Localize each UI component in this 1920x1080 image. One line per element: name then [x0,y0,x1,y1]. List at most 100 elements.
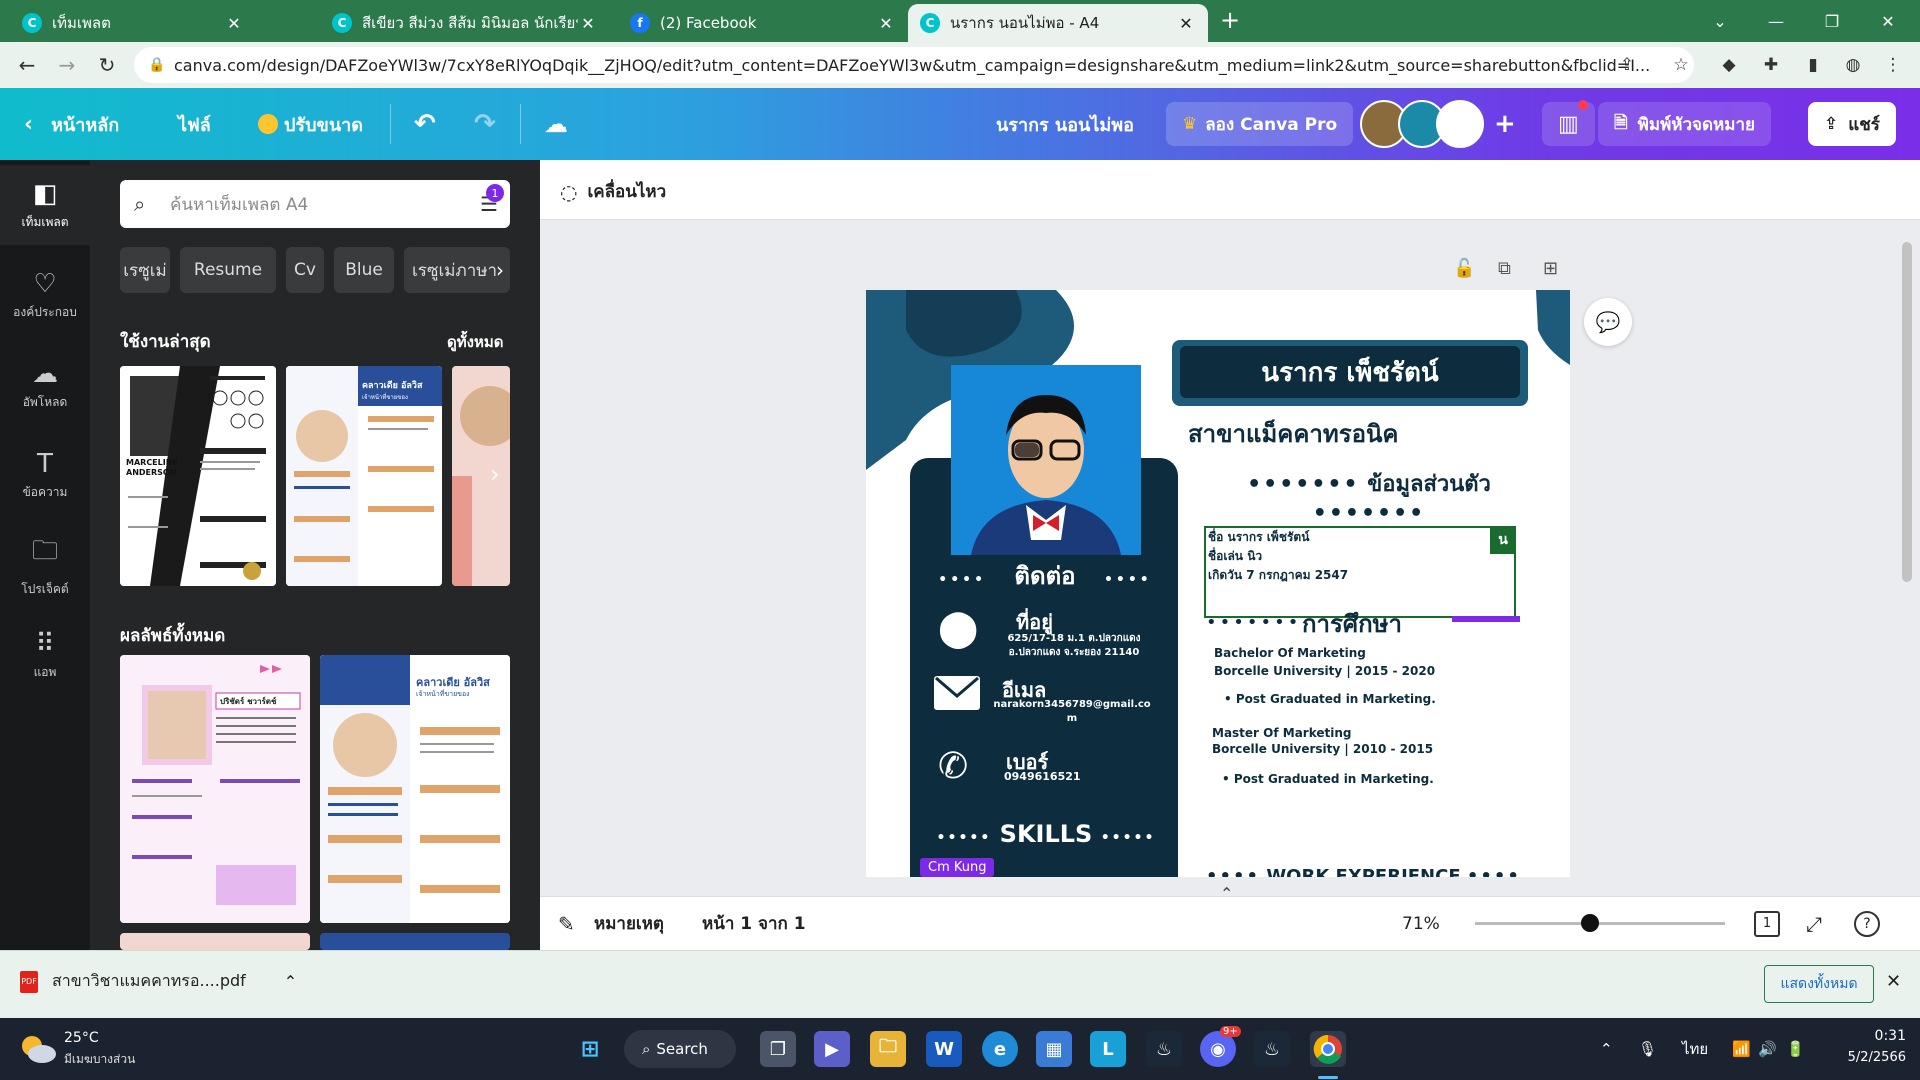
personal-heading[interactable]: ••••••• ข้อมูลส่วนตัว ••••••• [1204,466,1534,526]
teams-meet-icon[interactable]: ▶ [814,1031,850,1067]
email-value[interactable]: narakorn3456789@gmail.com [990,698,1154,726]
recent-template-3[interactable] [452,366,510,586]
browser-tab-3[interactable]: f (2) Facebook ✕ [618,4,908,42]
file-explorer-icon[interactable]: 🗀 [870,1031,906,1067]
sidebar-icon[interactable]: ▮ [1798,50,1828,80]
work-heading[interactable]: •••• WORK EXPERIENCE •••• [1206,866,1536,877]
resume-name[interactable]: นรากร เพ็ชรัตน์ [1180,346,1520,398]
duplicate-page-icon[interactable]: ⧉ [1498,258,1511,279]
fullscreen-icon[interactable]: ⤢ [1806,912,1822,936]
rail-item-elements[interactable]: ♡ องค์ประกอบ [0,255,90,335]
share-page-icon[interactable]: ⇪ [1612,50,1642,80]
skills-heading[interactable]: ••••• SKILLS ••••• [926,820,1166,848]
chevron-right-icon[interactable]: › [496,258,504,282]
add-collaborator-icon[interactable]: + [1494,88,1516,160]
carousel-next-icon[interactable]: › [490,460,500,488]
tray-overflow-chevron-icon[interactable]: ⌃ [1600,1018,1613,1080]
bookmark-star-icon[interactable]: ☆ [1666,50,1696,80]
lock-page-icon[interactable]: 🔓 [1453,258,1475,279]
undo-icon[interactable]: ↶ [414,88,436,160]
cloud-saved-icon[interactable]: ☁ [544,88,568,160]
document-title[interactable]: นรากร นอนไม่พอ [996,88,1134,160]
page-grid-button[interactable]: 1 [1754,910,1780,937]
resume-major[interactable]: สาขาแม็คคาทรอนิค [1188,414,1398,453]
zoom-slider[interactable] [1475,922,1725,925]
browser-tab-1[interactable]: C เท็มเพลต ✕ [10,4,256,42]
browser-tab-2[interactable]: C สีเขียว สีม่วง สีส้ม มินิมอล นักเรียน … [320,4,610,42]
close-icon[interactable]: ✕ [1176,14,1196,33]
forward-arrow-icon[interactable]: → [52,50,82,80]
minimize-icon[interactable]: — [1748,0,1804,42]
animate-button[interactable]: ◌ เคลื่อนไหว [560,178,666,205]
avatar[interactable] [1436,100,1484,148]
word-icon[interactable]: W [926,1031,962,1067]
vertical-scrollbar[interactable] [1900,228,1914,878]
scrollbar-thumb[interactable] [1902,242,1912,582]
clock-date[interactable]: 5/2/2566 [1820,1050,1906,1065]
edu-bullet[interactable]: • Post Graduated in Marketing. [1222,772,1434,786]
taskbar-search[interactable]: ⌕ Search [624,1030,736,1068]
steam-icon[interactable]: ♨ [1146,1031,1182,1067]
resume-page[interactable]: นรากร เพ็ชรัตน์ สาขาแม็คคาทรอนิค •••••••… [866,290,1570,877]
see-all-link[interactable]: ดูทั้งหมด [447,330,503,354]
add-page-icon[interactable]: ⊞ [1543,258,1558,279]
add-comment-icon[interactable]: 💬 [1584,298,1632,346]
contact-heading[interactable]: •••• ติดต่อ •••• [930,556,1160,595]
chip-cv[interactable]: Cv [286,247,324,293]
back-arrow-icon[interactable]: ← [12,50,42,80]
battery-icon[interactable]: 🔋 [1786,1018,1805,1080]
new-tab-plus-icon[interactable]: + [1220,6,1240,34]
chip-resume-language[interactable]: เรซูเม่ภาษา › [404,247,510,293]
selection-handle[interactable] [1452,616,1520,622]
try-pro-button[interactable]: ♛ ลอง Canva Pro [1166,102,1354,146]
notes-icon[interactable]: ✎ [558,912,575,936]
edge-icon[interactable]: e [982,1031,1018,1067]
page-indicator[interactable]: หน้า 1 จาก 1 [702,910,806,937]
download-item[interactable]: PDF สาขาวิชาแมคคาทรอ....pdf ⌃ [20,969,297,994]
chip-blue[interactable]: Blue [334,247,394,293]
recent-template-2[interactable]: คลาวเดีย อัลวิส เจ้าหน้าที่ขายของ [286,366,442,586]
zoom-value[interactable]: 71% [1402,914,1440,934]
notes-button[interactable]: หมายเหตุ [594,910,664,937]
education-heading[interactable]: การศึกษา [1302,604,1402,643]
zoom-slider-handle[interactable] [1581,914,1599,932]
window-close-icon[interactable]: ✕ [1860,0,1916,42]
weather-temp[interactable]: 25°C [64,1030,99,1046]
close-download-bar-icon[interactable]: ✕ [1886,971,1901,992]
edu-school[interactable]: Borcelle University | 2010 - 2015 [1212,742,1433,756]
phone-value[interactable]: 0949616521 [1004,770,1081,783]
template-search-input[interactable]: ⌕ ค้นหาเท็มเพลต A4 ☰ 1 [120,180,510,228]
url-input[interactable]: 🔒 canva.com/design/DAFZoeYWl3w/7cxY8eRlY… [134,47,1694,83]
tab-search-chevron-icon[interactable]: ⌄ [1692,0,1748,42]
print-letterhead-button[interactable]: 🗎 พิมพ์หัวจดหมาย [1598,102,1771,146]
close-icon[interactable]: ✕ [578,14,598,33]
clock-time[interactable]: 0:31 [1836,1028,1906,1044]
chip-resume-th[interactable]: เรซูเม่ [120,247,170,293]
result-template-2[interactable]: คลาวเดีย อัลวิส เจ้าหน้าที่ขายของ [320,655,510,923]
windows-start-icon[interactable]: ⊞ [572,1031,608,1067]
wifi-icon[interactable]: 📶 [1732,1018,1751,1080]
line-app-icon[interactable]: L [1090,1031,1126,1067]
close-icon[interactable]: ✕ [224,14,244,33]
insights-chart-icon[interactable]: ▥ [1542,102,1595,146]
rail-item-projects[interactable]: 🗀 โปรเจ็คต์ [0,525,90,605]
chip-resume[interactable]: Resume [180,247,276,293]
edu-bullet[interactable]: • Post Graduated in Marketing. [1224,692,1436,706]
browser-tab-4-active[interactable]: C นรากร นอนไม่พอ - A4 ✕ [908,4,1208,42]
rail-item-templates[interactable]: ◧ เท็มเพลต [0,165,90,245]
chrome-icon[interactable] [1310,1031,1346,1067]
profile-photo[interactable] [951,365,1141,555]
input-language[interactable]: ไทย [1682,1018,1708,1080]
resize-button[interactable]: ปรับขนาด [258,88,363,160]
volume-icon[interactable]: 🔊 [1758,1018,1777,1080]
menu-dots-icon[interactable]: ⋮ [1878,50,1908,80]
weather-desc[interactable]: มีเมฆบางส่วน [64,1050,135,1069]
puzzle-extensions-icon[interactable]: ✚ [1756,50,1786,80]
address-value[interactable]: 625/17-18 ม.1 ต.ปลวกแดง อ.ปลวกแดง จ.ระยอ… [994,632,1154,660]
microphone-icon[interactable]: 🎙 [1638,1018,1657,1080]
rail-item-apps[interactable]: ⠿ แอพ [0,615,90,695]
maximize-icon[interactable]: ❐ [1804,0,1860,42]
result-template-4[interactable] [320,933,510,950]
recent-template-1[interactable]: MARCELINE ANDERSON [120,366,276,586]
reload-icon[interactable]: ↻ [92,50,122,80]
